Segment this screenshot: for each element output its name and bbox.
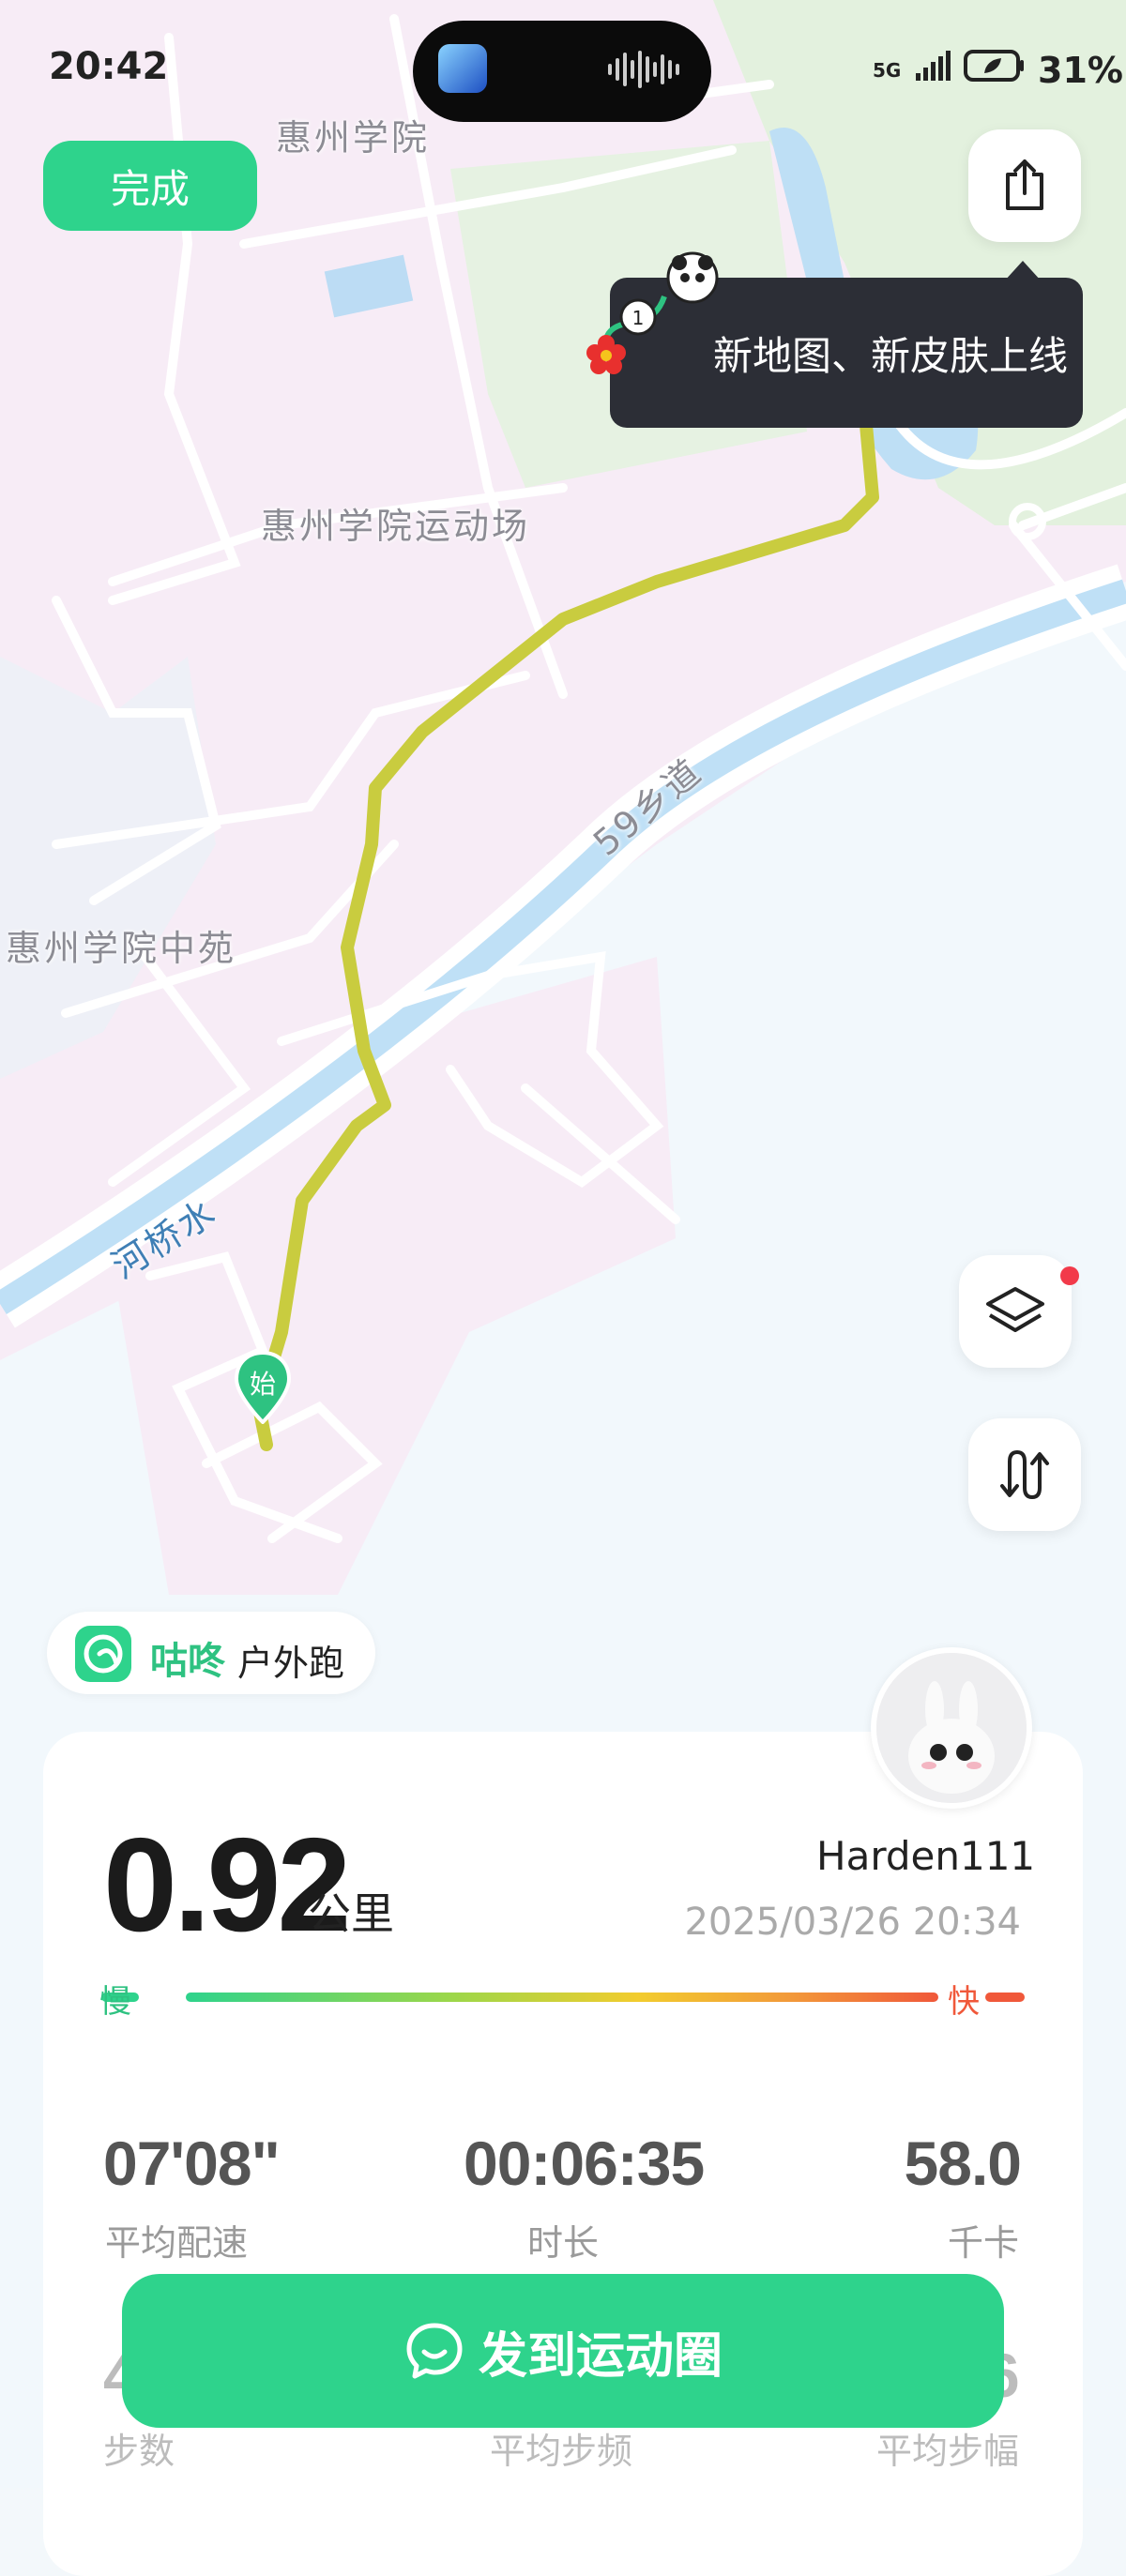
stat-avg-pace-label: 平均配速 — [105, 2222, 249, 2264]
route-curve-icon — [1000, 1449, 1049, 1500]
signal-icon — [914, 50, 951, 91]
route-replay-button[interactable] — [968, 1418, 1081, 1531]
codoon-logo-icon — [75, 1626, 131, 1682]
battery-icon — [963, 49, 1026, 91]
pace-slow-label: 慢 — [99, 1983, 131, 2021]
layers-notification-dot — [1060, 1266, 1079, 1285]
start-marker: 始 — [233, 1350, 293, 1425]
map-label-huizhou-university: 惠州学院 — [276, 117, 431, 159]
share-button[interactable] — [968, 129, 1081, 242]
panda-skin-icon: 1 — [582, 250, 723, 390]
share-icon — [1006, 159, 1043, 210]
map-layers-button[interactable] — [959, 1255, 1072, 1368]
username: Harden111 — [816, 1833, 1036, 1879]
workout-datetime: 2025/03/26 20:34 — [684, 1901, 1021, 1944]
stat-duration-label: 时长 — [527, 2222, 600, 2264]
stat-avg-pace-value: 07'08" — [103, 2129, 281, 2198]
distance-unit: 公里 — [308, 1888, 394, 1939]
pace-gradient-bar — [186, 1993, 938, 2002]
status-time: 20:42 — [49, 45, 169, 88]
stat-calories-label: 千卡 — [948, 2222, 1020, 2264]
chat-bubble-icon — [406, 2323, 463, 2379]
brand-name: 咕咚 — [150, 1640, 225, 1683]
stat-stride-label: 平均步幅 — [876, 2431, 1020, 2472]
tooltip-text: 新地图、新皮肤上线 — [713, 332, 1069, 379]
network-label: 5G — [873, 58, 902, 82]
status-indicators: 5G 31% — [873, 47, 1123, 91]
map-label-sports-field: 惠州学院运动场 — [261, 506, 531, 547]
stat-steps-label: 步数 — [103, 2431, 175, 2472]
done-button[interactable]: 完成 — [43, 141, 257, 231]
stat-cadence-label: 平均步频 — [490, 2431, 633, 2472]
stat-calories-value: 58.0 — [904, 2129, 1022, 2198]
start-marker-label: 始 — [249, 1369, 276, 1400]
pace-bar-end — [985, 1993, 1025, 2002]
avatar[interactable] — [871, 1647, 1032, 1809]
now-playing-app-icon — [438, 44, 487, 93]
post-to-feed-button[interactable]: 发到运动圈 — [122, 2274, 1004, 2428]
layers-icon — [986, 1287, 1044, 1332]
pace-fast-label: 快 — [948, 1983, 980, 2021]
sport-type: 户外跑 — [237, 1643, 345, 1684]
audio-wave-icon — [608, 51, 679, 88]
svg-text:1: 1 — [632, 307, 645, 329]
battery-percent: 31% — [1038, 49, 1124, 91]
stat-duration-value: 00:06:35 — [464, 2129, 705, 2198]
post-to-feed-label: 发到运动圈 — [478, 2327, 723, 2385]
map-label-middle-garden: 惠州学院中苑 — [6, 928, 237, 969]
